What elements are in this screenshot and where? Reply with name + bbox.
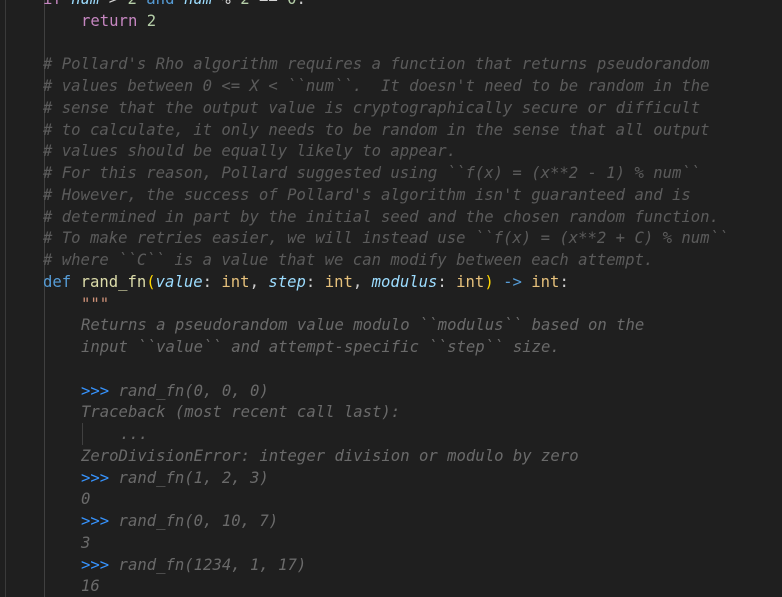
docstring-line[interactable]: Returns a pseudorandom value modulo ``mo… (0, 315, 782, 337)
operator: % (221, 0, 230, 8)
function-definition-line[interactable]: def rand_fn(value: int, step: int, modul… (0, 272, 782, 294)
type-annotation: int (221, 272, 250, 291)
function-name: rand_fn (80, 272, 147, 291)
doctest-output[interactable]: Traceback (most recent call last): (0, 402, 782, 424)
variable: num (184, 0, 212, 8)
return-arrow: -> (503, 272, 522, 291)
code-editor[interactable]: if num > 2 and num % 2 == 0: return 2 # … (0, 0, 782, 597)
code-area[interactable]: if num > 2 and num % 2 == 0: return 2 # … (0, 0, 782, 597)
doctest-line[interactable]: >>> rand_fn(0, 10, 7) (0, 511, 782, 533)
keyword-and: and (146, 0, 174, 8)
keyword-if: if (43, 0, 62, 8)
comment-line[interactable]: # determined in part by the initial seed… (0, 207, 782, 229)
keyword-return: return (81, 11, 138, 30)
doctest-output[interactable]: ... (0, 424, 782, 446)
type-annotation: int (456, 272, 485, 291)
variable: num (71, 0, 99, 8)
docstring-line[interactable]: input ``value`` and attempt-specific ``s… (0, 337, 782, 359)
comment-line[interactable]: # Pollard's Rho algorithm requires a fun… (0, 54, 782, 76)
doctest-call: rand_fn(1234, 1, 17) (109, 555, 307, 574)
keyword-def: def (43, 272, 72, 291)
comment-line[interactable]: # values between 0 <= X < ``num``. It do… (0, 76, 782, 98)
operator: > (109, 0, 118, 8)
parameter: modulus (371, 272, 438, 291)
doctest-prompt: >>> (81, 468, 110, 487)
doctest-output[interactable]: 0 (0, 489, 782, 511)
doctest-output[interactable]: 3 (0, 533, 782, 555)
doctest-call: rand_fn(1, 2, 3) (109, 468, 269, 487)
code-line-return[interactable]: return 2 (0, 11, 782, 33)
doctest-call: rand_fn(0, 10, 7) (109, 512, 279, 530)
punctuation: : (297, 0, 306, 8)
comment-line[interactable]: # to calculate, it only needs to be rand… (0, 120, 782, 142)
doctest-output[interactable]: ZeroDivisionError: integer division or m… (0, 446, 782, 468)
doctest-call: rand_fn(0, 0, 0) (109, 381, 269, 400)
docstring-open[interactable]: """ (0, 294, 782, 316)
blank-line[interactable] (0, 359, 782, 381)
doctest-line[interactable]: >>> rand_fn(0, 0, 0) (0, 381, 782, 403)
number: 2 (240, 0, 249, 8)
operator: == (259, 0, 278, 8)
comment-line[interactable]: # However, the success of Pollard's algo… (0, 185, 782, 207)
doctest-output[interactable]: 16 (0, 576, 782, 597)
doctest-prompt: >>> (81, 381, 110, 400)
return-type: int (531, 272, 560, 291)
number: 2 (128, 0, 137, 8)
doctest-prompt: >>> (81, 512, 110, 530)
parameter: step (268, 272, 306, 291)
parameter: value (155, 272, 203, 291)
comment-line[interactable]: # values should be equally likely to app… (0, 141, 782, 163)
comment-line[interactable]: # where ``C`` is a value that we can mod… (0, 250, 782, 272)
code-line-if[interactable]: if num > 2 and num % 2 == 0: (0, 0, 782, 11)
comment-line[interactable]: # To make retries easier, we will instea… (0, 228, 782, 250)
docstring-quotes: """ (81, 294, 110, 313)
type-annotation: int (324, 272, 353, 291)
number: 2 (146, 11, 157, 30)
blank-line[interactable] (0, 33, 782, 55)
doctest-prompt: >>> (81, 555, 110, 574)
comment-line[interactable]: # sense that the output value is cryptog… (0, 98, 782, 120)
doctest-line[interactable]: >>> rand_fn(1234, 1, 17) (0, 555, 782, 577)
doctest-line[interactable]: >>> rand_fn(1, 2, 3) (0, 468, 782, 490)
number: 0 (287, 0, 296, 8)
comment-line[interactable]: # For this reason, Pollard suggested usi… (0, 163, 782, 185)
